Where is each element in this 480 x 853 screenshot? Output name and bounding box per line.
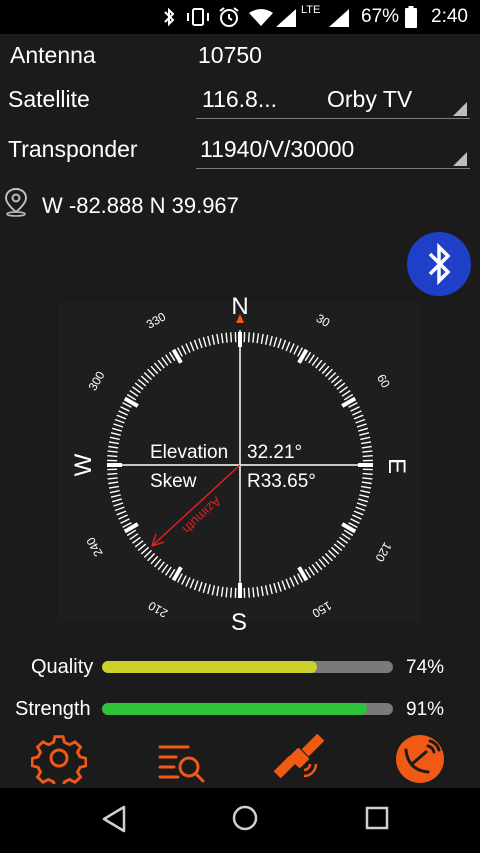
bluetooth-button[interactable] [407, 232, 471, 296]
strength-bar [102, 703, 393, 715]
satellite-button[interactable] [272, 733, 328, 784]
skew-value: R33.65° [247, 471, 316, 492]
satellite-position: 116.8... [202, 86, 278, 112]
compass-tick [362, 455, 373, 458]
bluetooth-icon [428, 242, 451, 286]
compass-tick [252, 332, 255, 343]
elevation-value: 32.21° [247, 442, 302, 463]
alarm-icon [219, 7, 239, 27]
compass-tick [252, 587, 255, 598]
cell-signal-icon-2 [329, 9, 349, 27]
quality-percent: 74% [406, 657, 445, 678]
settings-button[interactable] [30, 734, 88, 789]
dropdown-arrow-icon [453, 102, 467, 116]
wifi-icon [249, 9, 273, 26]
compass-dial: N S E W 30 60 120 150 210 240 300 330 El… [58, 293, 420, 636]
vibrate-icon [187, 8, 209, 26]
satellite-icon [273, 733, 325, 779]
recents-icon[interactable] [364, 805, 390, 831]
compass: N S E W 30 60 120 150 210 240 300 330 El… [0, 290, 480, 640]
transponder-underline [196, 168, 470, 169]
settings-gear-icon [30, 735, 88, 789]
south-label: S [231, 609, 247, 636]
dish-icon [396, 735, 444, 783]
satellite-dropdown[interactable]: 116.8... Orby TV [196, 80, 472, 120]
compass-tick [225, 587, 228, 598]
bluetooth-icon [164, 7, 175, 27]
location-coordinates: W -82.888 N 39.967 [42, 193, 239, 218]
status-bar: LTE 67% 2:40 [0, 0, 480, 34]
search-list-button[interactable] [154, 734, 210, 784]
bottom-toolbar [0, 730, 480, 789]
location-pin-icon [4, 187, 28, 217]
strength-percent: 91% [406, 699, 445, 720]
satellite-label: Satellite [8, 86, 90, 112]
compass-tick [107, 455, 118, 458]
compass-tick [362, 450, 373, 453]
transponder-dropdown[interactable]: 11940/V/30000 [196, 130, 472, 170]
skew-label: Skew [150, 471, 197, 492]
compass-tick [107, 477, 118, 480]
battery-icon [405, 6, 417, 28]
quality-bar-fill [102, 661, 318, 673]
east-label: E [383, 458, 410, 474]
elevation-label: Elevation [150, 442, 228, 463]
satellite-underline [196, 118, 470, 119]
quality-bar [102, 661, 393, 673]
clock: 2:40 [431, 6, 468, 27]
compass-tick [230, 587, 233, 598]
cell-signal-icon [276, 9, 296, 27]
satellite-name: Orby TV [327, 86, 413, 112]
search-list-icon [158, 745, 205, 783]
strength-bar-fill [102, 703, 367, 715]
transponder-label: Transponder [8, 136, 138, 162]
compass-tick [107, 450, 118, 453]
compass-tick [247, 587, 250, 598]
west-label: W [70, 453, 97, 476]
compass-tick [230, 332, 233, 343]
battery-percent: 67% [361, 6, 400, 27]
compass-tick [362, 477, 373, 480]
antenna-value: 10750 [198, 42, 262, 68]
north-label: N [231, 293, 248, 320]
strength-label: Strength [15, 698, 91, 720]
compass-tick [107, 472, 118, 475]
antenna-label: Antenna [10, 42, 96, 68]
transponder-value: 11940/V/30000 [200, 136, 355, 162]
home-icon[interactable] [230, 803, 260, 833]
dish-button[interactable] [392, 734, 448, 784]
navigation-bar [0, 788, 480, 853]
dropdown-arrow-icon [453, 152, 467, 166]
compass-tick [362, 472, 373, 475]
compass-tick [225, 332, 228, 343]
compass-tick [247, 332, 250, 343]
quality-label: Quality [31, 656, 94, 678]
back-icon[interactable] [100, 804, 128, 834]
lte-label: LTE [301, 4, 321, 16]
